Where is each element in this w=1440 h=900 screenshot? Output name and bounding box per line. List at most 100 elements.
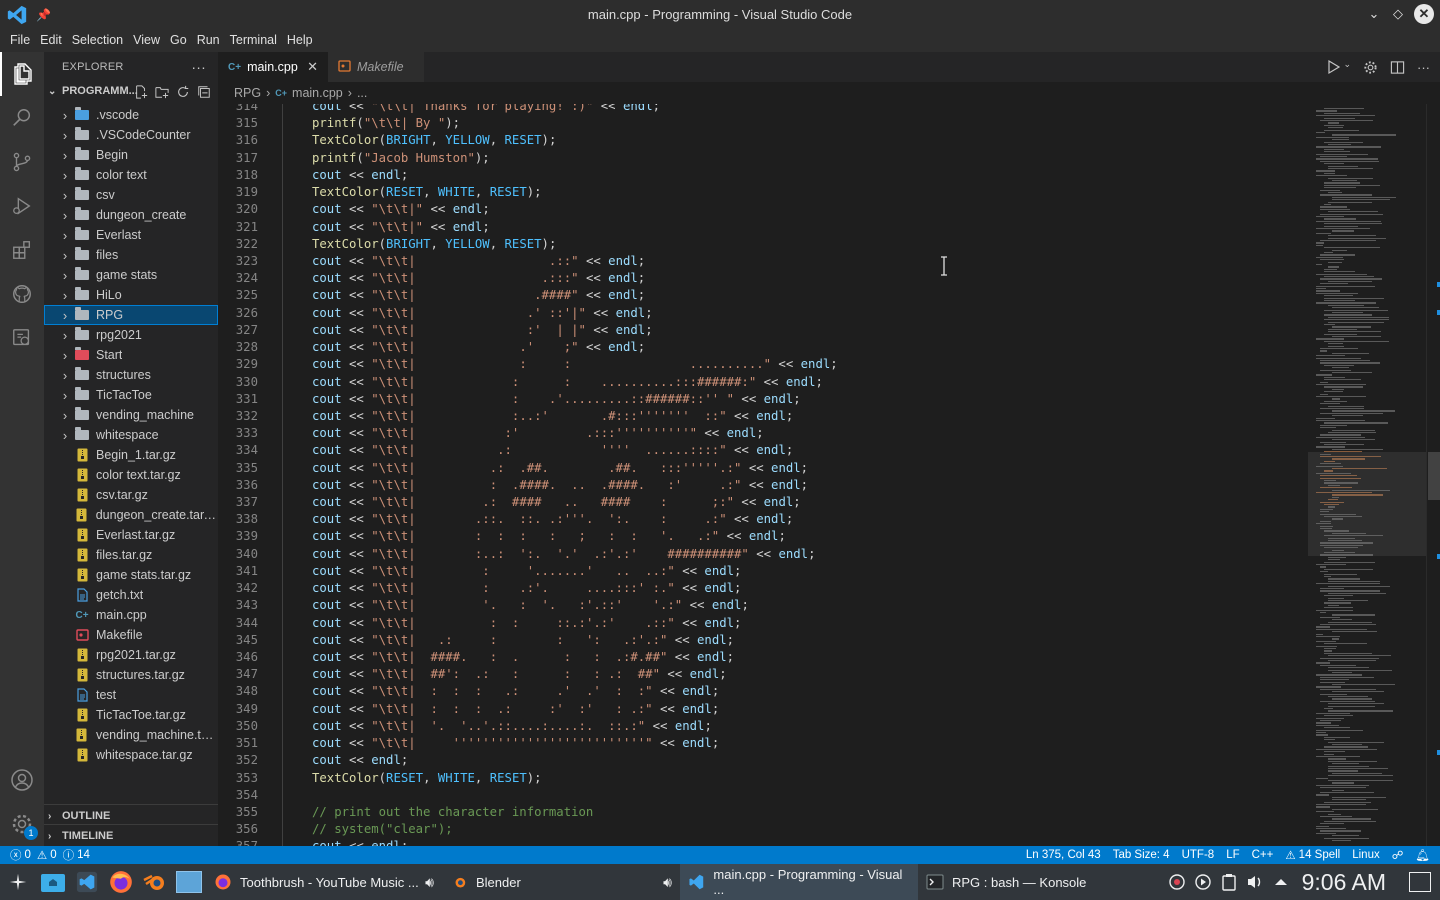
volume-icon[interactable] — [1242, 865, 1268, 899]
folder-item[interactable]: › vending_machine — [44, 405, 218, 425]
code-line[interactable]: 340 cout << "\t\t| :..: ':. '.' .:'.:' ##… — [218, 546, 1308, 563]
code-line[interactable]: 353 TextColor(RESET, WHITE, RESET); — [218, 770, 1308, 787]
file-item[interactable]: files.tar.gz — [44, 545, 218, 565]
cursor-position[interactable]: Ln 375, Col 43 — [1020, 846, 1107, 864]
spell-check[interactable]: ⚠ 14 Spell — [1279, 846, 1346, 864]
code-line[interactable]: 357 cout << endl; — [218, 838, 1308, 846]
file-item[interactable]: Makefile — [44, 625, 218, 645]
breadcrumb-file[interactable]: main.cpp — [292, 86, 343, 100]
code-line[interactable]: 351 cout << "\t\t| ''''''''''''''''''''''… — [218, 735, 1308, 752]
feedback-icon[interactable]: ☍ — [1386, 846, 1410, 864]
folder-item[interactable]: › HiLo — [44, 285, 218, 305]
run-debug-icon[interactable] — [0, 184, 44, 228]
folder-item[interactable]: › Everlast — [44, 225, 218, 245]
code-line[interactable]: 320 cout << "\t\t|" << endl; — [218, 201, 1308, 218]
scroll-thumb[interactable] — [1428, 452, 1440, 500]
file-item[interactable]: rpg2021.tar.gz — [44, 645, 218, 665]
more-actions-icon[interactable]: ··· — [1417, 60, 1430, 75]
update-notifier-icon[interactable] — [1164, 865, 1190, 899]
folder-item[interactable]: › csv — [44, 185, 218, 205]
file-item[interactable]: getch.txt — [44, 585, 218, 605]
code-line[interactable]: 345 cout << "\t\t| .: : : ': .:'.:" << en… — [218, 632, 1308, 649]
close-tab-icon[interactable]: ✕ — [307, 59, 318, 75]
task-firefox[interactable]: Toothbrush - YouTube Music ... 🔊︎ — [206, 864, 442, 900]
folder-item[interactable]: › .vscode — [44, 105, 218, 125]
audio-playing-icon[interactable]: 🔊︎ — [663, 874, 672, 891]
explorer-icon[interactable] — [0, 52, 44, 96]
tab-size[interactable]: Tab Size: 4 — [1107, 846, 1176, 864]
folder-item[interactable]: › dungeon_create — [44, 205, 218, 225]
minimap-viewport[interactable] — [1308, 452, 1430, 556]
code-line[interactable]: 337 cout << "\t\t| .: #### .. #### : ;:" … — [218, 494, 1308, 511]
extensions-icon[interactable] — [0, 228, 44, 272]
code-line[interactable]: 316 TextColor(BRIGHT, YELLOW, RESET); — [218, 132, 1308, 149]
code-line[interactable]: 326 cout << "\t\t| .' ::'|" << endl; — [218, 305, 1308, 322]
menu-terminal[interactable]: Terminal — [225, 30, 282, 52]
code-line[interactable]: 321 cout << "\t\t|" << endl; — [218, 219, 1308, 236]
end-of-line[interactable]: LF — [1220, 846, 1245, 864]
github-icon[interactable] — [0, 272, 44, 316]
file-item[interactable]: Everlast.tar.gz — [44, 525, 218, 545]
settings-gear-icon[interactable] — [1363, 60, 1378, 75]
file-item[interactable]: game stats.tar.gz — [44, 565, 218, 585]
task-blender[interactable]: Blender 🔊︎ — [442, 864, 680, 900]
clock[interactable]: 9:06 AM — [1302, 869, 1386, 896]
menu-view[interactable]: View — [128, 30, 165, 52]
collapse-all-icon[interactable] — [195, 83, 212, 100]
code-line[interactable]: 323 cout << "\t\t| .::" << endl; — [218, 253, 1308, 270]
folder-item[interactable]: › Start — [44, 345, 218, 365]
folder-item[interactable]: › structures — [44, 365, 218, 385]
menu-selection[interactable]: Selection — [67, 30, 128, 52]
maximize-button[interactable]: ◇ — [1390, 4, 1406, 24]
code-line[interactable]: 338 cout << "\t\t| .::. ::. .:'''. ':. : … — [218, 511, 1308, 528]
problems-indicator[interactable]: ⓧ 0 ⚠ 0 ⓘ 14 — [0, 846, 96, 864]
code-line[interactable]: 332 cout << "\t\t| :..:' .#:::''''''' ::"… — [218, 408, 1308, 425]
minimize-button[interactable]: ⌄ — [1366, 4, 1382, 24]
folder-item[interactable]: › game stats — [44, 265, 218, 285]
encoding[interactable]: UTF-8 — [1176, 846, 1221, 864]
code-line[interactable]: 339 cout << "\t\t| : : : : ; : : '. .:" <… — [218, 528, 1308, 545]
code-line[interactable]: 318 cout << endl; — [218, 167, 1308, 184]
close-window-button[interactable]: ✕ — [1414, 4, 1434, 24]
app-launcher-icon[interactable] — [0, 865, 36, 899]
folder-item[interactable]: › .VSCodeCounter — [44, 125, 218, 145]
breadcrumb-symbol[interactable]: ... — [357, 86, 367, 100]
code-line[interactable]: 355 // print out the character informatio… — [218, 804, 1308, 821]
code-line[interactable]: 342 cout << "\t\t| : .:'. ....:::' :." <<… — [218, 580, 1308, 597]
workspace-root[interactable]: ⌄ PROGRAMM... — [44, 80, 218, 102]
more-actions-icon[interactable]: ··· — [191, 59, 206, 75]
platform[interactable]: Linux — [1346, 846, 1386, 864]
code-line[interactable]: 319 TextColor(RESET, WHITE, RESET); — [218, 184, 1308, 201]
code-line[interactable]: 356 // system("clear"); — [218, 821, 1308, 838]
search-icon[interactable] — [0, 96, 44, 140]
timeline-section[interactable]: › TIMELINE — [44, 825, 218, 846]
remote-explorer-icon[interactable] — [0, 316, 44, 360]
code-line[interactable]: 341 cout << "\t\t| : '.......' .. ..:" <<… — [218, 563, 1308, 580]
firefox-icon[interactable] — [104, 865, 138, 899]
file-item[interactable]: test — [44, 685, 218, 705]
code-line[interactable]: 334 cout << "\t\t| .: '''' ......::::" <<… — [218, 442, 1308, 459]
media-player-icon[interactable] — [1190, 865, 1216, 899]
file-item[interactable]: dungeon_create.tar.gz — [44, 505, 218, 525]
task-vscode[interactable]: main.cpp - Programming - Visual ... — [680, 864, 918, 900]
clipboard-icon[interactable] — [1216, 865, 1242, 899]
new-file-icon[interactable] — [132, 83, 149, 100]
code-line[interactable]: 349 cout << "\t\t| : : : .: :' :' : .:" <… — [218, 701, 1308, 718]
code-line[interactable]: 333 cout << "\t\t| :' .:::''''''''''" << … — [218, 425, 1308, 442]
code-line[interactable]: 347 cout << "\t\t| ##': .: : : : .: ##" <… — [218, 666, 1308, 683]
code-line[interactable]: 325 cout << "\t\t| .####" << endl; — [218, 287, 1308, 304]
file-item[interactable]: whitespace.tar.gz — [44, 745, 218, 765]
manage-gear-icon[interactable]: 1 — [0, 802, 44, 846]
code-line[interactable]: 343 cout << "\t\t| '. : '. :'.::' '.:" <<… — [218, 597, 1308, 614]
menu-go[interactable]: Go — [165, 30, 192, 52]
menu-help[interactable]: Help — [282, 30, 318, 52]
code-line[interactable]: 314 cout << "\t\t| Thanks for playing! :)… — [218, 104, 1308, 115]
menu-run[interactable]: Run — [192, 30, 225, 52]
pin-icon[interactable]: 📌 — [36, 8, 51, 22]
home-folder-icon[interactable] — [36, 865, 70, 899]
audio-playing-icon[interactable]: 🔊︎ — [425, 874, 434, 891]
code-line[interactable]: 324 cout << "\t\t| .:::" << endl; — [218, 270, 1308, 287]
folder-item[interactable]: › RPG — [44, 305, 218, 325]
blender-pinned-icon[interactable] — [138, 865, 172, 899]
file-item[interactable]: color text.tar.gz — [44, 465, 218, 485]
